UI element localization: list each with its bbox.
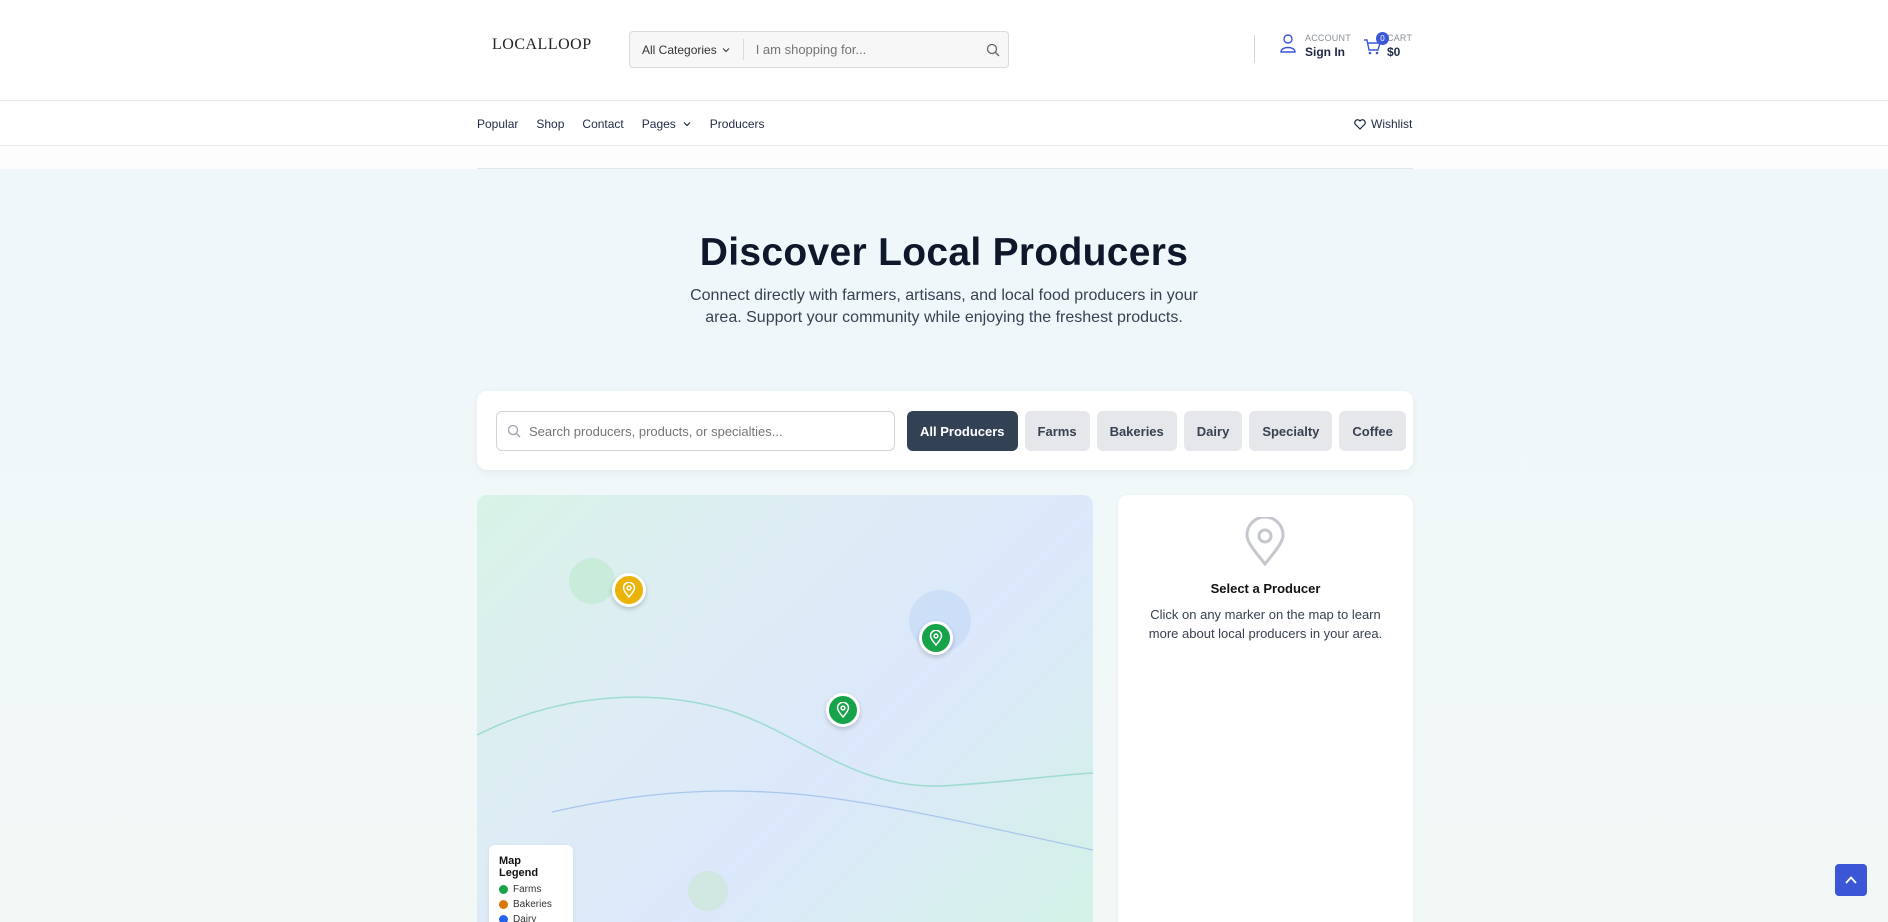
legend-item-dairy: Dairy	[499, 914, 563, 922]
main-nav: Popular Shop Contact Pages Producers Wis…	[0, 101, 1888, 146]
chip-dairy[interactable]: Dairy	[1183, 411, 1243, 451]
nav-item-shop[interactable]: Shop	[536, 117, 564, 131]
heart-icon	[1354, 118, 1366, 130]
cart-total: $0	[1387, 45, 1401, 59]
producer-search-input[interactable]	[529, 423, 869, 439]
nav-links: Popular Shop Contact Pages Producers	[477, 117, 765, 131]
chip-all-producers[interactable]: All Producers	[907, 411, 1018, 451]
producer-info-panel: Select a Producer Click on any marker on…	[1118, 495, 1413, 922]
header-search-input[interactable]	[743, 32, 978, 67]
nav-item-pages-label: Pages	[641, 117, 676, 131]
account-label: ACCOUNT	[1305, 33, 1351, 43]
map-marker-farm[interactable]	[919, 621, 953, 655]
cart-icon-wrap: 0	[1363, 32, 1389, 60]
location-pin-icon	[836, 702, 850, 718]
location-pin-icon	[929, 630, 943, 646]
page-title: Discover Local Producers	[699, 231, 1189, 274]
legend-label: Farms	[513, 884, 542, 895]
cart-label: CART	[1387, 33, 1413, 43]
cart-link[interactable]: 0 CART $0	[1363, 32, 1413, 60]
nav-item-popular[interactable]: Popular	[477, 117, 518, 131]
category-chips: All Producers Farms Bakeries Dairy Speci…	[907, 411, 1406, 451]
map-legend: Map Legend Farms Bakeries Dairy	[489, 845, 573, 922]
filter-bar: All Producers Farms Bakeries Dairy Speci…	[477, 391, 1413, 470]
search-icon[interactable]	[978, 43, 1008, 57]
category-select-label: All Categories	[642, 42, 717, 57]
legend-dot	[499, 885, 508, 894]
cart-count-badge: 0	[1376, 32, 1389, 45]
nav-item-pages[interactable]: Pages	[642, 117, 692, 131]
map-legend-title: Map Legend	[499, 855, 539, 879]
legend-dot	[499, 915, 508, 922]
map-area-blob	[569, 558, 615, 604]
chip-bakeries[interactable]: Bakeries	[1096, 411, 1177, 451]
producer-search-field[interactable]	[496, 411, 895, 451]
map-area-blob	[688, 871, 728, 911]
search-icon	[507, 424, 521, 438]
chevron-down-icon	[722, 47, 730, 52]
page-subtitle: Connect directly with farmers, artisans,…	[690, 287, 1198, 326]
back-to-top-button[interactable]	[1835, 864, 1867, 896]
producers-section: Discover Local Producers Connect directl…	[0, 169, 1888, 922]
top-header: LOCALLOOP All Categories ACCOUNT Sign In…	[0, 0, 1888, 101]
map-marker-bakery[interactable]	[612, 573, 646, 607]
legend-label: Dairy	[513, 914, 537, 922]
header-search: All Categories	[629, 31, 1009, 68]
nav-item-contact[interactable]: Contact	[582, 117, 623, 131]
chevron-up-icon	[1845, 876, 1857, 884]
header-divider	[1254, 35, 1255, 63]
wishlist-link[interactable]: Wishlist	[1354, 117, 1412, 131]
breadcrumb-strip	[0, 146, 1888, 169]
location-pin-icon	[622, 582, 636, 598]
account-link[interactable]: ACCOUNT Sign In	[1279, 33, 1351, 59]
chevron-down-icon	[683, 122, 691, 127]
legend-item-bakeries: Bakeries	[499, 899, 563, 910]
chip-specialty[interactable]: Specialty	[1249, 411, 1333, 451]
map-marker-farm[interactable]	[826, 693, 860, 727]
legend-item-farms: Farms	[499, 884, 563, 895]
location-pin-icon	[1245, 517, 1285, 567]
producer-map[interactable]: Map Legend Farms Bakeries Dairy	[477, 495, 1093, 922]
legend-dot	[499, 900, 508, 909]
sign-in-label: Sign In	[1305, 45, 1345, 59]
info-panel-description: Click on any marker on the map to learn …	[1148, 607, 1383, 641]
site-logo[interactable]: LOCALLOOP	[492, 36, 592, 54]
info-panel-title: Select a Producer	[1210, 581, 1321, 596]
legend-label: Bakeries	[513, 899, 552, 910]
nav-item-producers[interactable]: Producers	[710, 117, 765, 131]
chip-coffee[interactable]: Coffee	[1339, 411, 1406, 451]
wishlist-label: Wishlist	[1371, 117, 1413, 131]
category-select[interactable]: All Categories	[630, 39, 744, 60]
chip-farms[interactable]: Farms	[1024, 411, 1090, 451]
user-icon	[1280, 34, 1296, 53]
